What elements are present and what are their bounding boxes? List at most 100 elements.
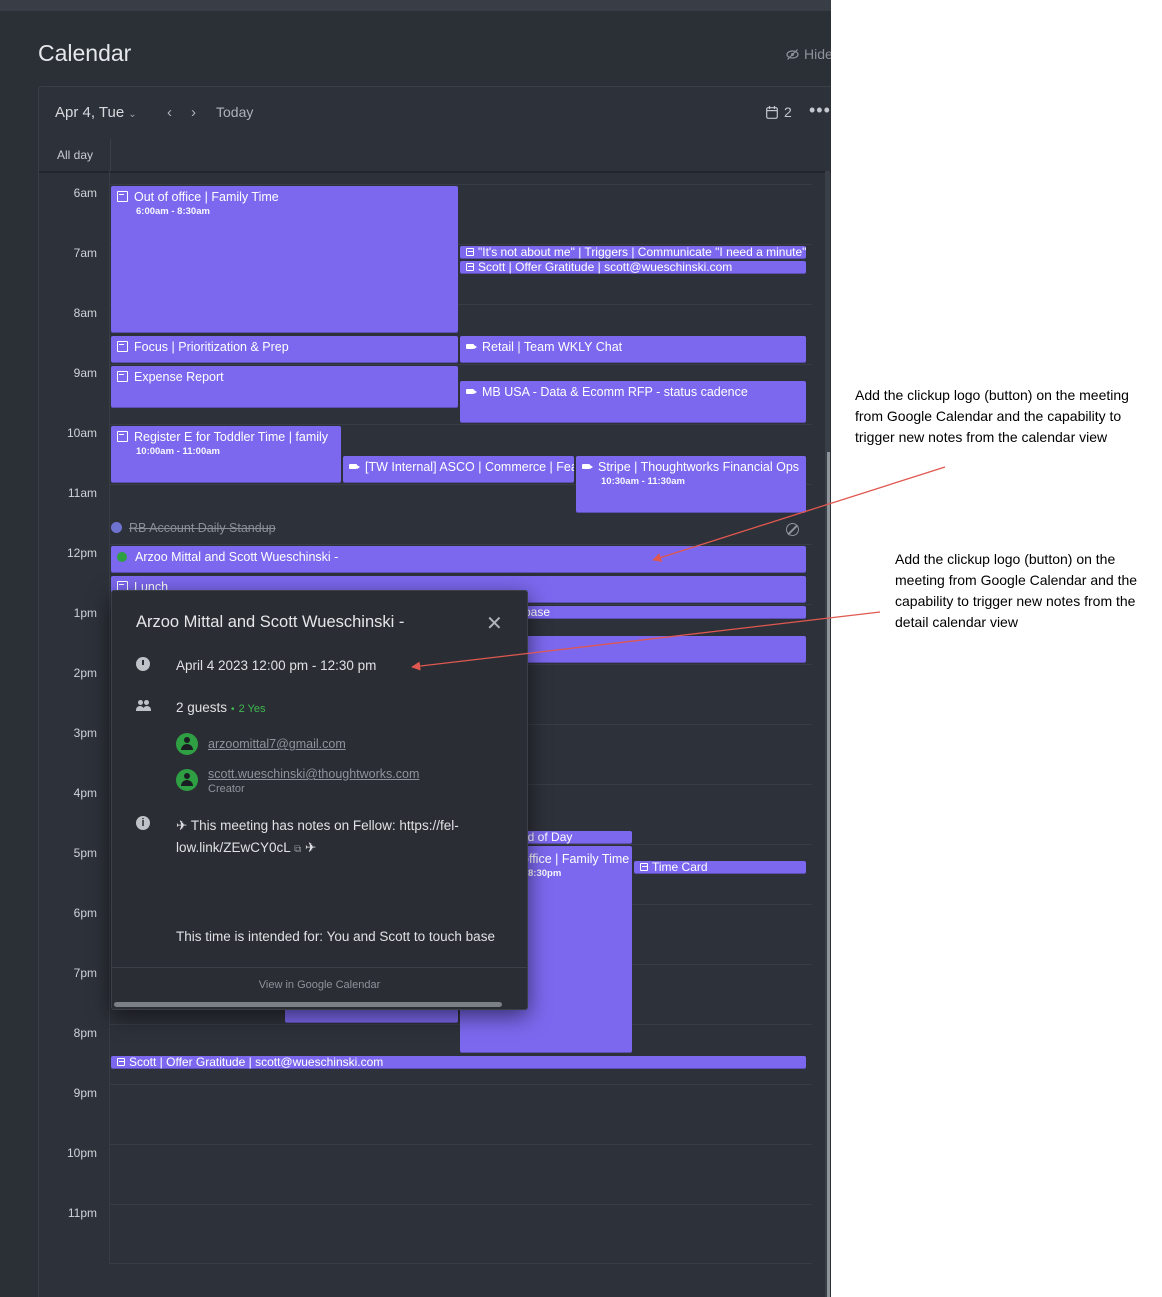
- hour-line: [109, 1144, 812, 1145]
- prev-day-button[interactable]: ‹: [167, 104, 172, 121]
- video-icon: [111, 522, 122, 533]
- external-link-icon: ⧉: [294, 844, 302, 855]
- hour-line: [109, 1204, 812, 1205]
- event-gratitude-morning[interactable]: Scott | Offer Gratitude | scott@wueschin…: [460, 261, 806, 274]
- top-bar: [0, 0, 831, 11]
- hour-label: 11pm: [67, 1206, 97, 1220]
- event-toddler-time[interactable]: Register E for Toddler Time | family 10:…: [111, 426, 341, 483]
- event-title: Stripe | Thoughtworks Financial Ops: [598, 460, 800, 474]
- event-title: Register E for Toddler Time | family: [134, 430, 329, 444]
- eye-off-icon: [786, 48, 799, 60]
- event-title: Expense Report: [134, 370, 224, 384]
- calendar-icon: [466, 248, 474, 256]
- hour-label: 4pm: [73, 786, 97, 800]
- next-day-button[interactable]: ›: [191, 104, 196, 121]
- video-icon: [582, 464, 593, 469]
- video-icon: [466, 389, 477, 394]
- event-title: MB USA - Data & Ecomm RFP - status caden…: [482, 385, 748, 399]
- event-title: Arzoo Mittal and Scott Wueschinski -: [135, 550, 339, 564]
- hour-label: 12pm: [66, 546, 97, 560]
- all-day-divider: [110, 139, 111, 171]
- hour-label: 9pm: [73, 1086, 97, 1100]
- view-in-google-calendar-link[interactable]: View in Google Calendar: [112, 979, 527, 991]
- hour-label: 5pm: [73, 846, 97, 860]
- event-not-about-me[interactable]: "It's not about me" | Triggers | Communi…: [460, 246, 806, 259]
- hour-label: 11am: [67, 486, 97, 500]
- google-meet-icon: [117, 552, 127, 562]
- clock-icon: [136, 657, 150, 671]
- calendar-toolbar: Apr 4, Tue ⌄ ‹ › Today 2 •••: [39, 87, 831, 139]
- guests-icon: [136, 699, 151, 713]
- popup-guests-summary: 2 guests • 2 Yes: [176, 700, 265, 715]
- event-title: Time Card: [652, 861, 708, 874]
- avatar: [176, 769, 198, 791]
- event-detail-popup: Arzoo Mittal and Scott Wueschinski - ✕ A…: [111, 590, 528, 1010]
- hour-line: [109, 424, 812, 425]
- hour-label: 9am: [73, 366, 97, 380]
- event-mb-usa[interactable]: MB USA - Data & Ecomm RFP - status caden…: [460, 381, 806, 423]
- scrollbar-thumb[interactable]: [827, 452, 830, 1297]
- guest-email-scott[interactable]: scott.wueschinski@thoughtworks.com: [208, 767, 419, 781]
- grid-bottom-line: [109, 1263, 812, 1264]
- event-title: Retail | Team WKLY Chat: [482, 340, 623, 354]
- hide-label: Hide: [804, 46, 831, 62]
- day-count-button[interactable]: 2: [766, 104, 792, 120]
- guests-separator: •: [231, 704, 235, 715]
- guest-email-arzoo[interactable]: arzoomittal7@gmail.com: [208, 737, 346, 751]
- event-rb-standup-declined[interactable]: RB Account Daily Standup: [111, 521, 276, 535]
- hour-line: [109, 544, 812, 545]
- hour-line: [109, 1084, 812, 1085]
- guest-role: Creator: [208, 783, 245, 795]
- declined-icon: [786, 523, 799, 536]
- event-title: Scott | Offer Gratitude | scott@wueschin…: [478, 261, 733, 274]
- chevron-right-icon: ›: [191, 104, 196, 121]
- event-time: 8:30pm: [528, 868, 562, 879]
- event-expense-report[interactable]: Expense Report: [111, 366, 458, 408]
- hour-label: 10am: [66, 426, 97, 440]
- guests-yes-count: 2 Yes: [238, 703, 266, 715]
- hour-label: 3pm: [73, 726, 97, 740]
- event-tw-internal[interactable]: [TW Internal] ASCO | Commerce | Feature …: [343, 456, 574, 483]
- date-picker-button[interactable]: Apr 4, Tue ⌄: [55, 104, 137, 121]
- chevron-down-icon: ⌄: [128, 109, 137, 120]
- event-time: 6:00am - 8:30am: [136, 206, 210, 217]
- calendar-icon: [766, 105, 778, 119]
- close-icon[interactable]: ✕: [486, 611, 503, 636]
- guests-count: 2 guests: [176, 700, 228, 715]
- event-time-card[interactable]: Time Card: [634, 861, 806, 874]
- today-button[interactable]: Today: [216, 104, 253, 120]
- hide-button[interactable]: Hide: [786, 46, 831, 62]
- calendar-icon: [117, 431, 128, 442]
- event-arzoo-meeting[interactable]: Arzoo Mittal and Scott Wueschinski -: [111, 546, 806, 573]
- horizontal-scrollbar[interactable]: [114, 1002, 502, 1007]
- event-out-of-office[interactable]: Out of office | Family Time 6:00am - 8:3…: [111, 186, 458, 333]
- all-day-row: [39, 139, 831, 173]
- event-retail[interactable]: Retail | Team WKLY Chat: [460, 336, 806, 363]
- event-time: 10:00am - 11:00am: [136, 446, 220, 457]
- fellow-link[interactable]: low.link/ZEwCY0cL: [176, 840, 290, 855]
- info-icon: i: [136, 816, 150, 830]
- popup-footer: View in Google Calendar: [112, 967, 527, 1009]
- event-title: Scott | Offer Gratitude | scott@wueschin…: [129, 1056, 384, 1069]
- calendar-icon: [117, 371, 128, 382]
- calendar-app: Calendar Hide Apr 4, Tue ⌄ ‹ › Today 2 ••…: [0, 0, 831, 1297]
- hour-line: [109, 364, 812, 365]
- avatar: [176, 733, 198, 755]
- calendar-icon: [117, 341, 128, 352]
- more-options-button[interactable]: •••: [809, 100, 831, 121]
- hour-label: 7pm: [73, 966, 97, 980]
- hour-label: 8am: [73, 306, 97, 320]
- event-time: 10:30am - 11:30am: [601, 476, 685, 487]
- popup-notes: ✈ This meeting has notes on Fellow: http…: [176, 815, 496, 861]
- hour-label: 6am: [73, 186, 97, 200]
- event-focus[interactable]: Focus | Prioritization & Prep: [111, 336, 458, 363]
- event-gratitude-evening[interactable]: Scott | Offer Gratitude | scott@wueschin…: [111, 1056, 806, 1069]
- event-stripe[interactable]: Stripe | Thoughtworks Financial Ops 10:3…: [576, 456, 806, 513]
- time-gutter-line: [109, 171, 110, 1264]
- video-icon: [349, 464, 360, 469]
- page-title: Calendar: [38, 40, 132, 66]
- all-day-label: All day: [57, 148, 94, 162]
- event-title: [TW Internal] ASCO | Commerce | Feature …: [365, 460, 574, 474]
- hour-label: 6pm: [73, 906, 97, 920]
- notes-text: ✈ This meeting has notes on Fellow: http…: [176, 818, 459, 833]
